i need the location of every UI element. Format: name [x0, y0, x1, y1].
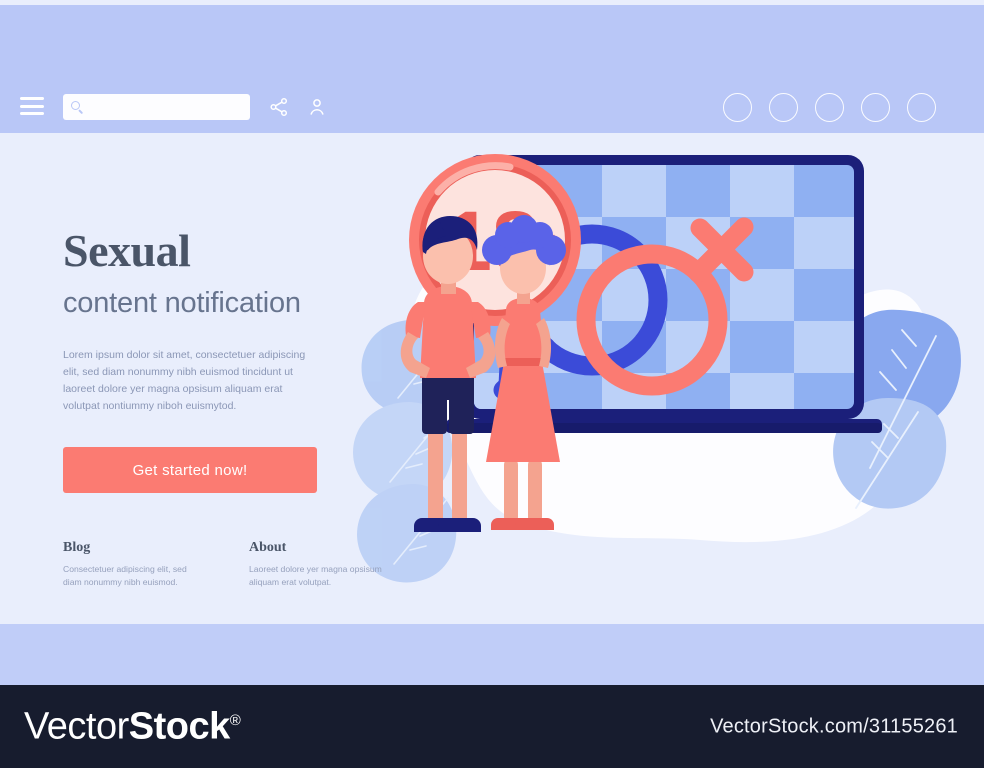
page-subtitle: content notification: [63, 287, 301, 319]
vectorstock-logo: VectorStock®: [24, 705, 241, 748]
page-title: Sexual: [63, 225, 191, 276]
link-column-text: Consectetuer adipiscing elit, sed diam n…: [63, 564, 187, 588]
watermark-url: VectorStock.com/31155261: [710, 715, 958, 737]
hero-copy: Sexual content notification Lorem ipsum …: [63, 225, 393, 587]
get-started-button[interactable]: Get started now!: [63, 447, 317, 493]
footer-link-columns: Blog Consectetuer adipiscing elit, sed d…: [63, 540, 403, 590]
user-icon[interactable]: [306, 96, 328, 118]
hero-lead-text: Lorem ipsum dolor sit amet, consectetuer…: [63, 349, 306, 413]
search-input[interactable]: [84, 94, 250, 120]
logo-thin-part: Vector: [24, 705, 129, 747]
header-nav-circles: [723, 93, 936, 122]
link-column-text: Laoreet dolore yer magna opsisum aliquam…: [249, 564, 382, 588]
search-icon: [71, 100, 84, 114]
share-icon[interactable]: [268, 96, 290, 118]
nav-circle[interactable]: [861, 93, 890, 122]
link-column-about: About Laoreet dolore yer magna opsisum a…: [249, 540, 399, 590]
nav-circle[interactable]: [815, 93, 844, 122]
page-frame: 18 +: [0, 0, 984, 685]
hamburger-icon[interactable]: [20, 97, 44, 115]
search-bar[interactable]: [63, 94, 250, 120]
site-header: [0, 5, 984, 133]
screenshot-root: 18 +: [0, 0, 984, 768]
hamburger-bar: [20, 112, 44, 115]
logo-bold-part: Stock: [128, 705, 230, 747]
registered-trademark-icon: ®: [229, 711, 241, 729]
hamburger-bar: [20, 104, 44, 108]
nav-circle[interactable]: [723, 93, 752, 122]
link-column-heading[interactable]: About: [249, 540, 399, 556]
hero-illustration: 18 +: [340, 140, 984, 624]
watermark-bar: VectorStock® VectorStock.com/31155261: [0, 685, 984, 768]
footer-band: [0, 624, 984, 685]
hamburger-bar: [20, 97, 44, 100]
link-column-heading[interactable]: Blog: [63, 540, 249, 556]
nav-circle[interactable]: [769, 93, 798, 122]
nav-circle[interactable]: [907, 93, 936, 122]
link-column-blog: Blog Consectetuer adipiscing elit, sed d…: [63, 540, 249, 590]
